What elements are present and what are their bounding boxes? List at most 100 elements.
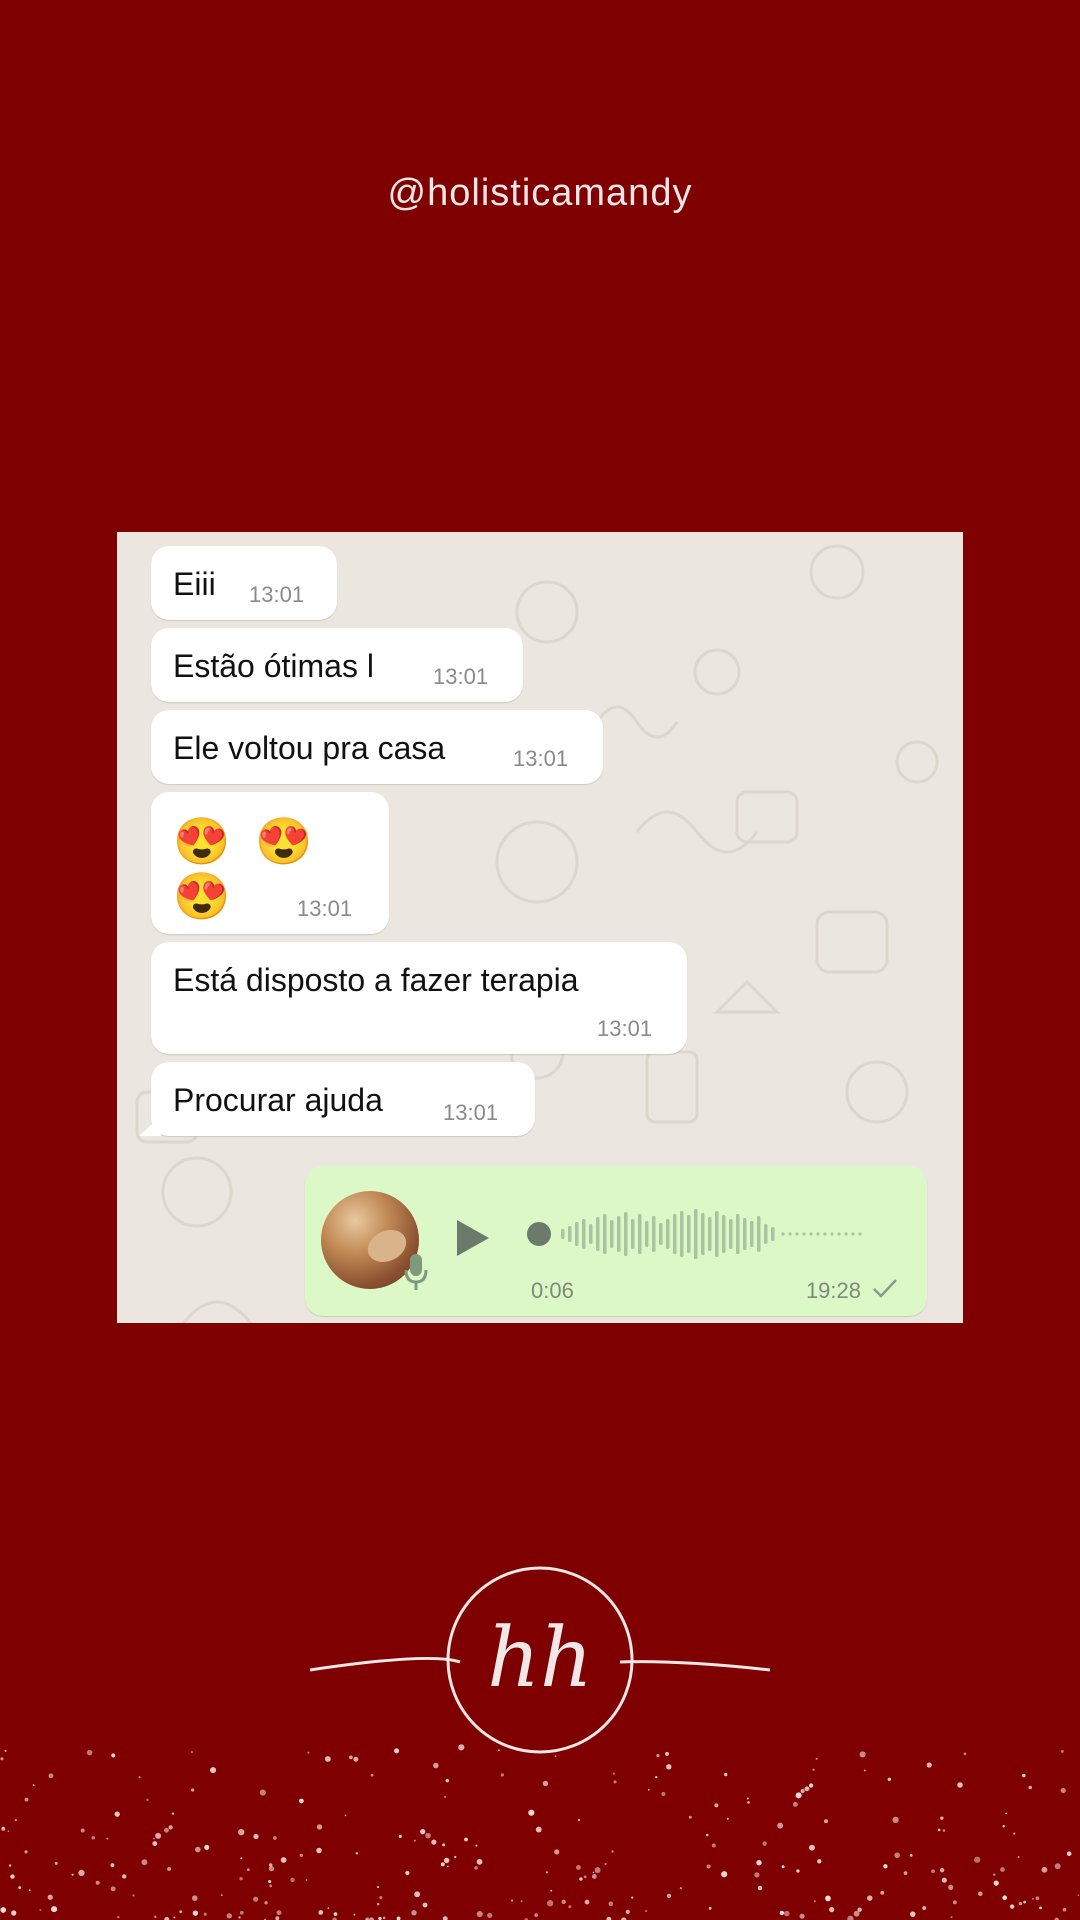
play-icon[interactable] [453,1216,493,1260]
glitter-dot [926,1762,932,1768]
glitter-dot [475,1844,478,1847]
glitter-dot [7,1830,10,1833]
glitter-dot [950,1916,953,1919]
glitter-dot [152,1841,158,1847]
glitter-dot [1062,1907,1067,1912]
glitter-dot [957,1782,963,1788]
glitter-dot [458,1744,465,1751]
glitter-dot [464,1837,468,1842]
glitter-dot [117,1915,120,1919]
glitter-dot [239,1910,244,1915]
glitter-dot [578,1819,581,1822]
glitter-dot [264,1901,268,1905]
glitter-dot [655,1775,658,1779]
glitter-dot [349,1755,353,1760]
glitter-dot [78,1869,85,1877]
glitter-dot [1077,1894,1080,1897]
glitter-dot [54,1861,58,1865]
glitter-dot [268,1879,272,1884]
glitter-dot [568,1905,572,1909]
glitter-dot [442,1916,448,1920]
emoji-message: 😍 😍 😍 [173,815,319,922]
glitter-dot [195,1846,201,1853]
glitter-dot [1002,1825,1005,1828]
glitter-dot [226,1913,233,1919]
glitter-dot [379,1896,383,1900]
waveform-bar [631,1219,635,1249]
message-text: Procurar ajuda [173,1082,383,1118]
glitter-dot [661,1791,666,1797]
glitter-dot [808,1844,815,1851]
glitter-dot [273,1836,277,1840]
glitter-dot [561,1899,566,1905]
glitter-dot [132,1894,135,1897]
glitter-dot [47,1894,53,1900]
glitter-dot [554,1849,560,1855]
waveform-bar [694,1209,698,1259]
waveform-dot [837,1232,841,1236]
glitter-dot [290,1877,295,1883]
message-bubble[interactable]: Está disposto a fazer terapia 13:01 [151,942,687,1054]
glitter-dot [777,1822,784,1829]
glitter-dot [18,1886,22,1890]
glitter-dot [746,1797,749,1800]
glitter-dot [190,1750,194,1754]
glitter-dot [431,1839,437,1845]
message-bubble[interactable]: 😍 😍 😍 13:01 [151,792,389,934]
message-bubble[interactable]: Ele voltou pra casa 13:01 [151,710,603,784]
message-time: 13:01 [443,1100,499,1125]
voice-message-bubble[interactable]: 0:06 19:28 [305,1166,927,1316]
glitter-dot [192,1910,199,1916]
glitter-dot [316,1824,323,1830]
glitter-dot [528,1809,535,1816]
glitter-dot [110,1863,115,1868]
glitter-dot [316,1847,322,1854]
glitter-dot [592,1871,595,1874]
audio-waveform[interactable] [517,1204,877,1264]
waveform-dot [809,1232,813,1236]
glitter-dot [447,1865,449,1868]
glitter-dot [444,1795,447,1798]
waveform-bar [561,1229,565,1239]
account-handle: @holisticamandy [387,172,693,214]
glitter-dot [535,1826,542,1833]
message-text: Estão ótimas l [173,648,374,684]
waveform-bar [659,1223,663,1245]
message-bubble[interactable]: Eiii 13:01 [151,546,337,620]
glitter-dot [594,1867,601,1874]
glitter-dot [781,1865,785,1869]
glitter-dot [783,1910,790,1917]
glitter-dot [942,1829,946,1832]
message-bubble[interactable]: Estão ótimas l 13:01 [151,628,523,702]
waveform-bar [596,1217,600,1251]
glitter-dot [1009,1904,1015,1909]
waveform-bar [743,1218,747,1250]
waveform-bar [680,1211,684,1257]
glitter-dot [376,1902,380,1906]
glitter-dot [880,1890,885,1895]
glitter-dot [442,1843,446,1847]
waveform-dot [830,1232,834,1236]
waveform-bar [589,1224,593,1244]
glitter-dot [931,1869,935,1874]
message-text: Eiii [173,566,216,602]
glitter-dot [324,1756,331,1762]
glitter-dot [405,1870,410,1876]
glitter-dot [795,1792,802,1799]
glitter-dot [1035,1896,1040,1901]
message-bubble[interactable]: Procurar ajuda 13:01 [139,1062,535,1136]
waveform-dot [823,1232,827,1236]
glitter-dot [604,1862,607,1866]
glitter-dot [812,1768,815,1771]
glitter-dot [454,1855,457,1859]
glitter-dot [631,1896,634,1899]
glitter-dot [941,1877,947,1883]
glitter-dot [414,1891,421,1898]
glitter-dot [24,1797,29,1802]
glitter-dot [91,1835,96,1840]
glitter-dot [71,1873,74,1876]
waveform-bar [729,1219,733,1249]
message-time: 13:01 [597,1016,653,1041]
waveform-dot [788,1232,792,1236]
glitter-dot [579,1877,583,1881]
